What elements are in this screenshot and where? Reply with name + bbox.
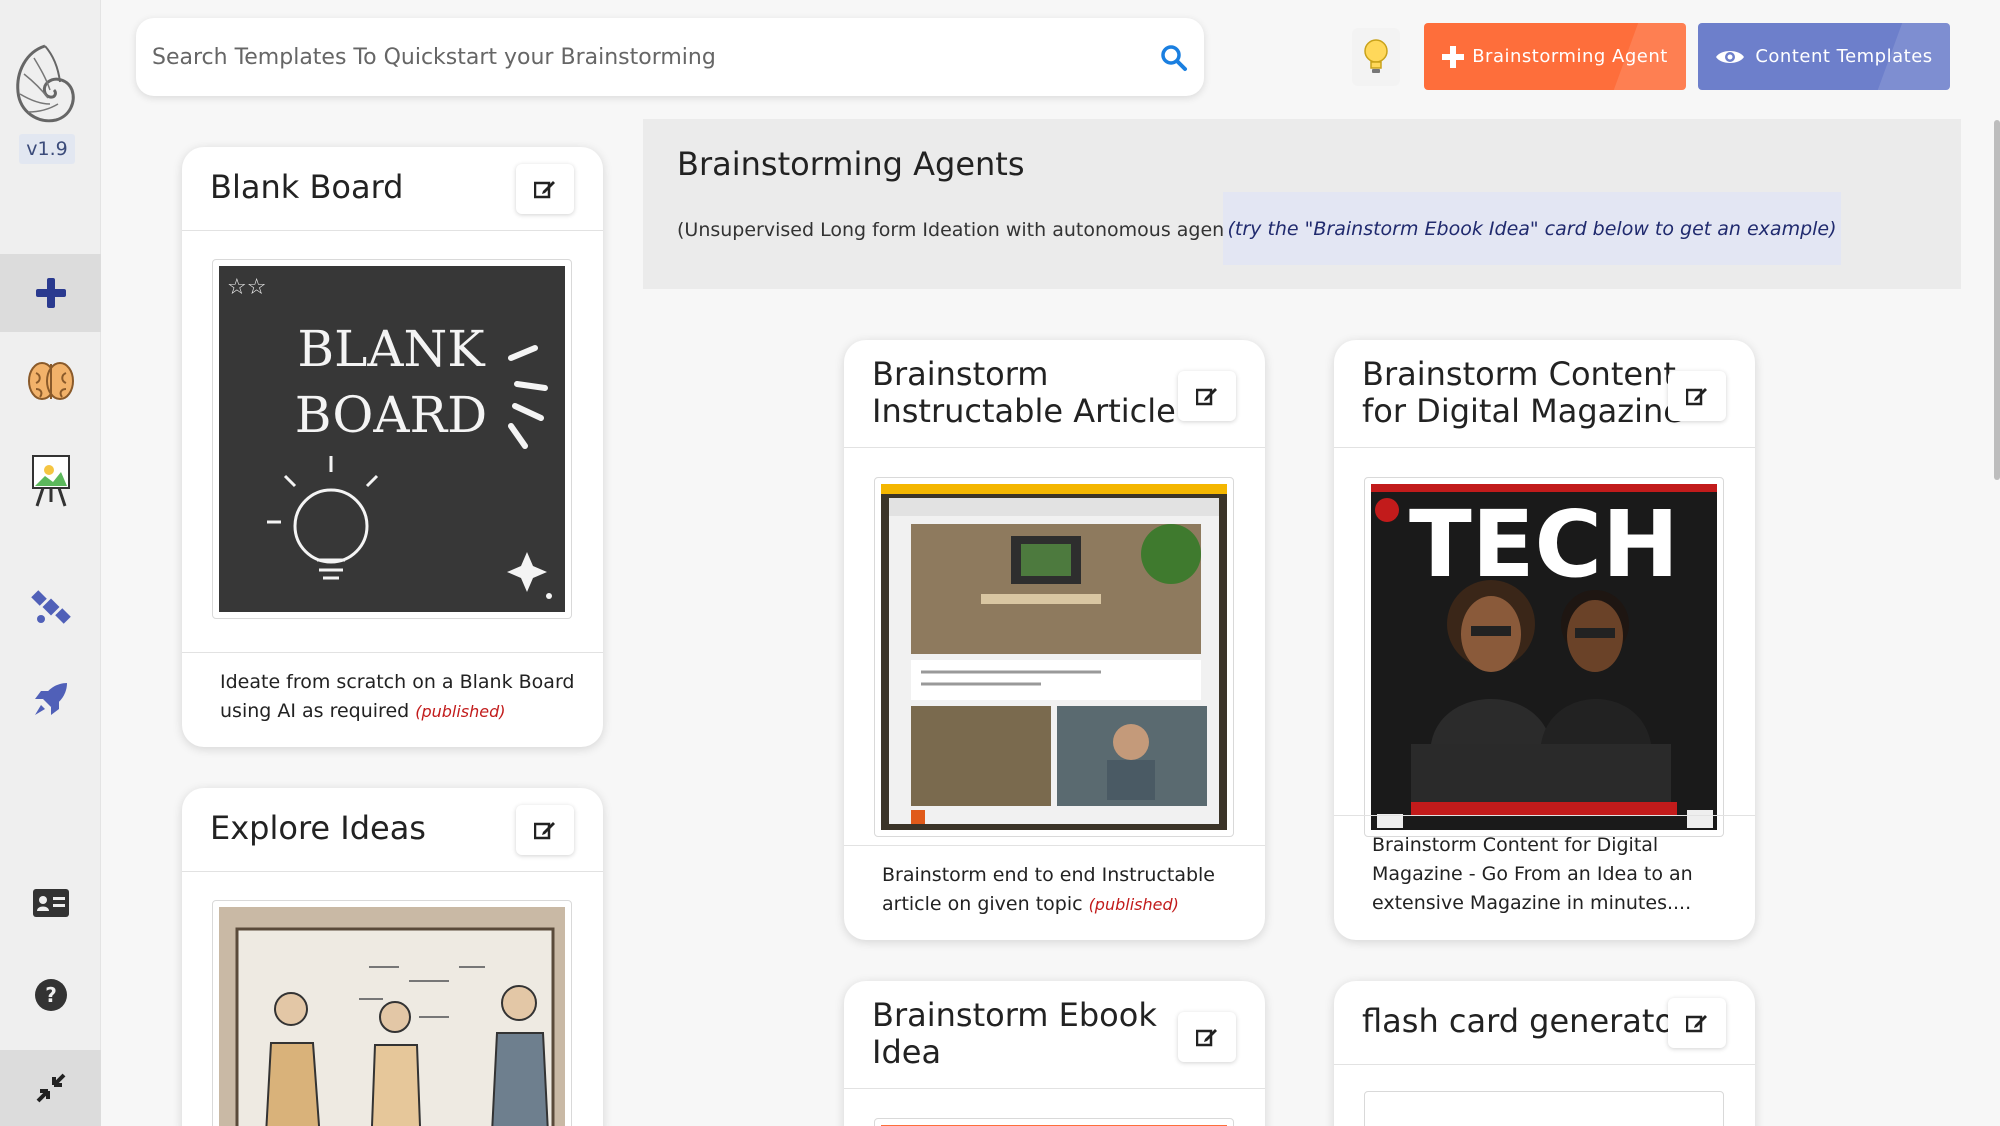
brain-icon	[27, 362, 74, 400]
template-card-magazine[interactable]: Brainstorm Content for Digital Magazine …	[1334, 340, 1755, 940]
rocket-icon	[34, 683, 67, 715]
easel-icon	[31, 455, 70, 507]
agents-header: Brainstorming Agents (Unsupervised Long …	[643, 119, 1961, 289]
card-footer: Ideate from scratch on a Blank Board usi…	[182, 652, 603, 747]
card-description: Brainstorm end to end Instructable artic…	[882, 861, 1242, 919]
card-header: Explore Ideas	[182, 788, 603, 872]
card-title-line-1: Brainstorm Ebook	[872, 996, 1157, 1034]
sidebar-item-launch[interactable]	[0, 660, 101, 738]
card-header: Blank Board	[182, 147, 603, 231]
svg-text:☆☆: ☆☆	[227, 275, 266, 300]
nautilus-logo-icon[interactable]	[12, 38, 78, 128]
card-description: Ideate from scratch on a Blank Board usi…	[220, 668, 580, 726]
card-image	[874, 477, 1234, 837]
card-desc-text: Brainstorm Content for Digital Magazine …	[1372, 834, 1693, 914]
content-templates-label: Content Templates	[1755, 46, 1933, 67]
svg-text:?: ?	[45, 983, 57, 1007]
version-badge: v1.9	[19, 134, 75, 164]
sidebar: v1.9 ?	[0, 0, 101, 1126]
content-templates-button[interactable]: Content Templates	[1698, 23, 1950, 90]
eye-icon	[1716, 50, 1745, 63]
card-title-line-2: Instructable Article	[872, 392, 1176, 430]
card-image	[874, 1118, 1234, 1126]
agents-hint: (try the "Brainstorm Ebook Idea" card be…	[1223, 192, 1841, 265]
brainstorming-agent-button[interactable]: Brainstorming Agent	[1424, 23, 1686, 90]
card-title: Explore Ideas	[210, 809, 426, 847]
edit-button[interactable]	[1178, 371, 1236, 421]
template-card-instructable[interactable]: Brainstorm Instructable Article Brainsto…	[844, 340, 1265, 940]
sidebar-item-new[interactable]	[0, 254, 101, 332]
card-image: ☆☆ BLANK BOARD	[212, 259, 572, 619]
card-header: Brainstorm Ebook Idea	[844, 981, 1265, 1089]
agents-heading: Brainstorming Agents	[677, 145, 1025, 183]
edit-button[interactable]	[516, 164, 574, 214]
sidebar-item-help[interactable]: ?	[0, 956, 101, 1034]
search-bar	[136, 18, 1204, 96]
card-title-line-1: Brainstorm Content	[1362, 355, 1676, 393]
edit-icon	[534, 181, 555, 199]
edit-icon	[1196, 388, 1217, 406]
sidebar-item-collapse[interactable]	[0, 1050, 101, 1126]
card-title: flash card generator	[1362, 1002, 1688, 1040]
help-icon: ?	[34, 979, 67, 1011]
satellite-icon	[30, 590, 71, 624]
card-header: Brainstorm Instructable Article	[844, 340, 1265, 448]
magazine-image-text: TECH	[1409, 491, 1679, 598]
template-card-ebook[interactable]: Brainstorm Ebook Idea	[844, 981, 1265, 1126]
sidebar-item-presentation[interactable]	[0, 442, 101, 520]
template-card-explore-ideas[interactable]: Explore Ideas	[182, 788, 603, 1126]
sidebar-item-brainstorm[interactable]	[0, 342, 101, 420]
template-card-flash-card[interactable]: flash card generator	[1334, 981, 1755, 1126]
template-card-blank-board[interactable]: Blank Board ☆☆ BLANK BOARD Ideate from s…	[182, 147, 603, 747]
search-icon[interactable]	[1160, 44, 1188, 72]
edit-icon	[1196, 1029, 1217, 1047]
edit-button[interactable]	[1668, 371, 1726, 421]
sidebar-item-satellite[interactable]	[0, 568, 101, 646]
card-title-line-1: Brainstorm	[872, 355, 1049, 393]
plus-icon	[35, 278, 66, 308]
card-title-line-2: for Digital Magazine	[1362, 392, 1683, 430]
brainstorming-agent-label: Brainstorming Agent	[1472, 46, 1668, 67]
blank-image-text-1: BLANK	[297, 320, 486, 378]
card-footer: Brainstorm Content for Digital Magazine …	[1334, 815, 1755, 940]
edit-icon	[1686, 388, 1707, 406]
blank-image-text-2: BOARD	[295, 386, 488, 444]
published-badge: (published)	[415, 702, 506, 721]
card-title: Brainstorm Ebook Idea	[872, 997, 1157, 1071]
card-desc-text: Ideate from scratch on a Blank Board usi…	[220, 671, 575, 722]
edit-button[interactable]	[1668, 998, 1726, 1048]
edit-icon	[534, 822, 555, 840]
page-scrollbar[interactable]	[1994, 120, 2000, 480]
search-input[interactable]	[152, 36, 1112, 78]
lightbulb-icon	[1364, 39, 1388, 73]
card-title-line-2: Idea	[872, 1033, 942, 1071]
card-image: TECH	[1364, 477, 1724, 837]
card-footer: Brainstorm end to end Instructable artic…	[844, 845, 1265, 940]
edit-button[interactable]	[516, 805, 574, 855]
card-description: Brainstorm Content for Digital Magazine …	[1372, 831, 1717, 918]
plus-icon	[1442, 45, 1465, 68]
card-image	[1364, 1091, 1724, 1126]
agents-subtitle: (Unsupervised Long form Ideation with au…	[677, 219, 1249, 241]
sidebar-item-profile[interactable]	[0, 864, 101, 942]
published-badge: (published)	[1088, 895, 1179, 914]
idea-button[interactable]	[1352, 28, 1400, 86]
card-header: flash card generator	[1334, 981, 1755, 1065]
edit-icon	[1686, 1015, 1707, 1033]
card-title: Brainstorm Instructable Article	[872, 356, 1176, 430]
card-image	[212, 900, 572, 1126]
card-title: Brainstorm Content for Digital Magazine	[1362, 356, 1683, 430]
collapse-icon	[36, 1073, 65, 1103]
card-header: Brainstorm Content for Digital Magazine	[1334, 340, 1755, 448]
edit-button[interactable]	[1178, 1012, 1236, 1062]
card-title: Blank Board	[210, 168, 404, 206]
id-card-icon	[32, 889, 69, 917]
